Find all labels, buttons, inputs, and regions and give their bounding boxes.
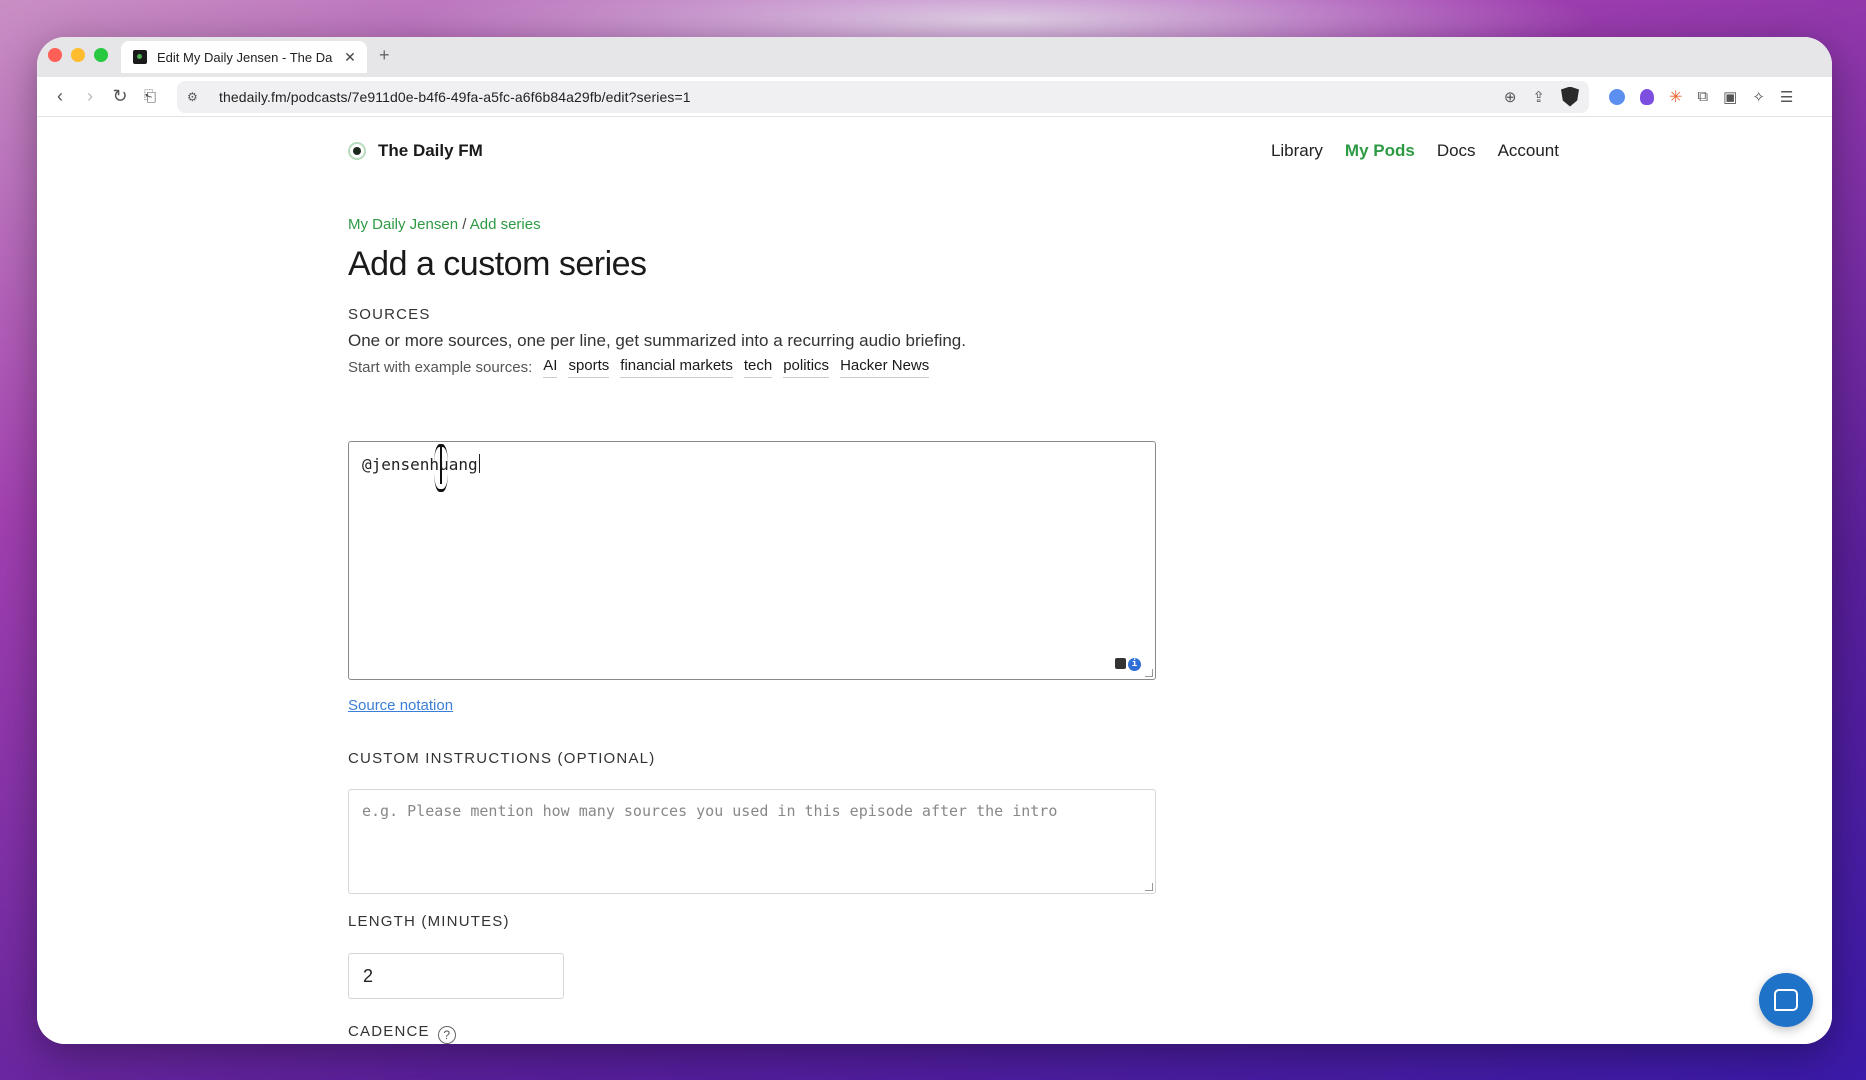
close-tab-icon[interactable]: ✕ <box>341 49 359 66</box>
extension-purple-icon[interactable] <box>1640 88 1654 105</box>
nav-docs[interactable]: Docs <box>1437 141 1476 161</box>
chat-support-button[interactable] <box>1759 973 1813 1027</box>
tab-bar: Edit My Daily Jensen - The Da ✕ + <box>37 37 1832 77</box>
breadcrumb-separator: / <box>462 216 467 233</box>
breadcrumb-parent-link[interactable]: My Daily Jensen <box>348 216 458 233</box>
cadence-label-row: CADENCE? <box>348 1023 456 1044</box>
url-text: thedaily.fm/podcasts/7e911d0e-b4f6-49fa-… <box>219 88 691 105</box>
tab-title: Edit My Daily Jensen - The Da <box>157 49 333 65</box>
minimize-window-button[interactable] <box>71 48 85 62</box>
nav-account[interactable]: Account <box>1498 141 1559 161</box>
instructions-textarea[interactable]: e.g. Please mention how many sources you… <box>348 789 1156 894</box>
instructions-placeholder: e.g. Please mention how many sources you… <box>362 802 1058 820</box>
site-logo[interactable]: The Daily FM <box>348 141 483 161</box>
example-chip-financial-markets[interactable]: financial markets <box>620 357 733 378</box>
window-controls <box>48 48 108 62</box>
sources-description: One or more sources, one per line, get s… <box>348 331 966 350</box>
nav-library[interactable]: Library <box>1271 141 1323 161</box>
resize-handle-icon[interactable] <box>1145 883 1153 891</box>
menu-icon[interactable]: ☰ <box>1780 88 1793 106</box>
instructions-label: CUSTOM INSTRUCTIONS (OPTIONAL) <box>348 750 656 767</box>
lock-icon[interactable] <box>1115 658 1126 669</box>
length-label: LENGTH (MINUTES) <box>348 913 510 930</box>
back-icon[interactable]: ‹ <box>45 82 75 112</box>
resize-handle-icon[interactable] <box>1145 669 1153 677</box>
extensions-puzzle-icon[interactable]: ⧉ <box>1697 88 1708 105</box>
examples-label: Start with example sources: <box>348 359 533 376</box>
extensions-toolbar: ✳ ⧉ ▣ ✧ ☰ <box>1609 87 1793 107</box>
password-manager-icons[interactable]: i <box>1115 658 1141 671</box>
nav-my-pods[interactable]: My Pods <box>1345 141 1415 161</box>
example-sources: Start with example sources: AI sports fi… <box>348 357 930 378</box>
example-chip-tech[interactable]: tech <box>743 357 773 378</box>
share-icon[interactable]: ⇪ <box>1532 88 1545 106</box>
new-tab-button[interactable]: + <box>379 45 390 66</box>
browser-window: Edit My Daily Jensen - The Da ✕ + ‹ › ↻ … <box>37 37 1832 1044</box>
page-title: Add a custom series <box>348 245 647 283</box>
length-input[interactable]: 2 <box>348 953 564 999</box>
logo-icon <box>348 142 366 160</box>
example-chip-hacker-news[interactable]: Hacker News <box>840 357 930 378</box>
close-window-button[interactable] <box>48 48 62 62</box>
browser-tab[interactable]: Edit My Daily Jensen - The Da ✕ <box>121 41 367 73</box>
extension-blue-icon[interactable] <box>1609 88 1625 105</box>
help-icon[interactable]: ? <box>437 1026 456 1044</box>
info-icon[interactable]: i <box>1128 658 1141 671</box>
chat-icon <box>1774 989 1798 1011</box>
main-nav: Library My Pods Docs Account <box>1271 141 1559 161</box>
example-chip-ai[interactable]: AI <box>543 357 558 378</box>
brave-shield-icon[interactable] <box>1561 86 1579 107</box>
site-settings-icon[interactable]: ⚙ <box>187 90 207 104</box>
page-content: The Daily FM Library My Pods Docs Accoun… <box>37 117 1832 1044</box>
sources-label: SOURCES <box>348 306 431 323</box>
maximize-window-button[interactable] <box>94 48 108 62</box>
reload-icon[interactable]: ↻ <box>105 82 135 112</box>
bookmark-icon[interactable]: ⎗ <box>135 82 165 112</box>
text-caret <box>478 454 480 473</box>
sources-textarea[interactable]: @jensenhuang i <box>348 441 1156 680</box>
site-favicon-icon <box>133 50 147 64</box>
text-cursor-icon <box>433 444 449 492</box>
logo-text: The Daily FM <box>378 141 483 160</box>
navigation-bar: ‹ › ↻ ⎗ ⚙ thedaily.fm/podcasts/7e911d0e-… <box>37 77 1832 117</box>
breadcrumb: My Daily Jensen / Add series <box>348 216 541 233</box>
example-chip-politics[interactable]: politics <box>783 357 830 378</box>
sources-value: @jensenhuang <box>362 455 478 474</box>
length-value: 2 <box>363 966 374 986</box>
cadence-label: CADENCE <box>348 1023 430 1040</box>
extension-asterisk-icon[interactable]: ✳ <box>1669 87 1682 107</box>
leo-ai-icon[interactable]: ✧ <box>1752 88 1765 106</box>
breadcrumb-current[interactable]: Add series <box>470 216 541 233</box>
site-header: The Daily FM Library My Pods Docs Accoun… <box>348 139 1559 169</box>
source-notation-link[interactable]: Source notation <box>348 697 453 714</box>
forward-icon[interactable]: › <box>75 82 105 112</box>
example-chip-sports[interactable]: sports <box>568 357 610 378</box>
address-bar[interactable]: ⚙ thedaily.fm/podcasts/7e911d0e-b4f6-49f… <box>177 80 1589 113</box>
zoom-icon[interactable]: ⊕ <box>1504 88 1517 106</box>
sidebar-icon[interactable]: ▣ <box>1723 88 1737 106</box>
